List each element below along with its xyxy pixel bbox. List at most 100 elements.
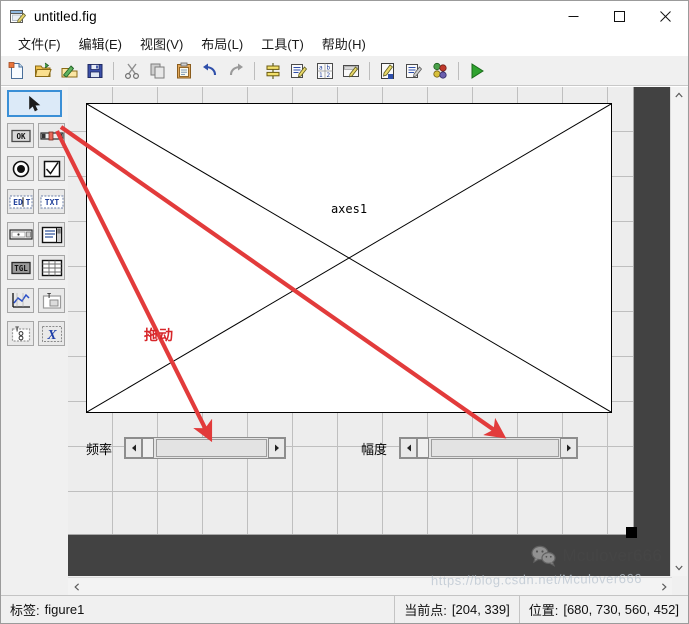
menu-layout[interactable]: 布局(L) xyxy=(192,32,252,55)
slider-frequency[interactable]: 频率 xyxy=(86,437,287,459)
svg-text:TGL: TGL xyxy=(14,264,28,273)
object-browser-icon[interactable] xyxy=(427,59,452,83)
figure-resize-handle[interactable] xyxy=(626,527,637,538)
panel-tool[interactable]: T xyxy=(38,288,65,313)
slider-amplitude-track[interactable] xyxy=(417,438,561,458)
popup-menu-tool[interactable] xyxy=(7,222,34,247)
edit-text-tool[interactable]: ED T xyxy=(7,189,34,214)
status-tag-key: 标签: xyxy=(10,603,40,618)
horizontal-scrollbar[interactable] xyxy=(68,577,672,595)
maximize-button[interactable] xyxy=(596,1,642,32)
status-current-point: 当前点: [204, 339] xyxy=(395,596,520,623)
slider-frequency-left-arrow[interactable] xyxy=(125,438,143,458)
undo-icon[interactable] xyxy=(197,59,222,83)
status-current-point-key: 当前点: xyxy=(404,603,447,618)
slider-tool[interactable] xyxy=(38,123,65,148)
slider-amplitude-right-arrow[interactable] xyxy=(560,438,578,458)
slider-frequency-right-arrow[interactable] xyxy=(268,438,286,458)
work-area: OK ED T TXT TGL T T X axes1 频率 幅度 拖动 Mcu… xyxy=(1,87,688,595)
svg-text:b: b xyxy=(326,64,330,71)
vertical-scrollbar[interactable] xyxy=(670,87,687,576)
toolbar-separator xyxy=(369,61,370,80)
svg-text:a: a xyxy=(319,64,323,71)
slider-frequency-control[interactable] xyxy=(124,437,287,459)
figure-grid-surface[interactable]: axes1 频率 幅度 xyxy=(68,87,637,538)
slider-frequency-label: 频率 xyxy=(86,441,113,457)
status-position: 位置: [680, 730, 560, 452] xyxy=(520,596,688,623)
menu-view[interactable]: 视图(V) xyxy=(131,32,192,55)
status-position-value: [680, 730, 560, 452] xyxy=(563,602,679,617)
minimize-button[interactable] xyxy=(550,1,596,32)
toolbar-separator xyxy=(113,61,114,80)
toolbar: a b 1 2 xyxy=(1,56,688,86)
select-arrow-tool[interactable] xyxy=(7,90,62,117)
run-icon[interactable] xyxy=(464,59,489,83)
gui-editor-window: untitled.fig 文件(F) 编辑(E) 视图(V) 布局(L) 工具(… xyxy=(0,0,689,624)
svg-text:2: 2 xyxy=(326,72,330,79)
toggle-button-tool[interactable]: TGL xyxy=(7,255,34,280)
toolbar-separator xyxy=(458,61,459,80)
svg-text:T: T xyxy=(47,292,51,300)
slider-amplitude-label: 幅度 xyxy=(361,441,388,457)
scroll-right-arrow[interactable] xyxy=(655,578,672,595)
svg-text:T: T xyxy=(25,198,30,207)
activex-tool[interactable]: X xyxy=(38,321,65,346)
checkbox-tool[interactable] xyxy=(38,156,65,181)
cut-icon[interactable] xyxy=(119,59,144,83)
table-tool[interactable] xyxy=(38,255,65,280)
menu-bar: 文件(F) 编辑(E) 视图(V) 布局(L) 工具(T) 帮助(H) xyxy=(1,32,688,55)
static-text-tool[interactable]: TXT xyxy=(38,189,65,214)
push-button-tool[interactable]: OK xyxy=(7,123,34,148)
close-button[interactable] xyxy=(642,1,688,32)
axes-tool[interactable] xyxy=(7,288,34,313)
svg-text:OK: OK xyxy=(16,132,26,141)
svg-text:ED: ED xyxy=(13,198,23,207)
menu-tools[interactable]: 工具(T) xyxy=(252,32,313,55)
slider-amplitude-groove xyxy=(431,439,560,457)
export-icon[interactable] xyxy=(56,59,81,83)
menu-editor-icon[interactable] xyxy=(286,59,311,83)
listbox-tool[interactable] xyxy=(38,222,65,247)
slider-frequency-track[interactable] xyxy=(142,438,269,458)
copy-icon[interactable] xyxy=(145,59,170,83)
open-file-icon[interactable] xyxy=(30,59,55,83)
slider-amplitude-control[interactable] xyxy=(399,437,579,459)
scroll-down-arrow[interactable] xyxy=(671,560,687,576)
save-icon[interactable] xyxy=(82,59,107,83)
slider-frequency-thumb[interactable] xyxy=(142,438,155,458)
align-objects-icon[interactable] xyxy=(260,59,285,83)
axes1-object[interactable]: axes1 xyxy=(86,103,612,413)
svg-text:X: X xyxy=(46,328,57,343)
slider-frequency-groove xyxy=(156,439,268,457)
slider-amplitude-thumb[interactable] xyxy=(417,438,430,458)
window-controls xyxy=(550,1,688,32)
menu-file[interactable]: 文件(F) xyxy=(9,32,70,55)
axes1-label: axes1 xyxy=(330,202,368,216)
new-file-icon[interactable] xyxy=(4,59,29,83)
paste-icon[interactable] xyxy=(171,59,196,83)
tab-order-editor-icon[interactable]: a b 1 2 xyxy=(312,59,337,83)
svg-text:TXT: TXT xyxy=(44,198,59,207)
drag-annotation-label: 拖动 xyxy=(144,327,174,343)
status-position-key: 位置: xyxy=(528,603,559,618)
button-group-tool[interactable]: T xyxy=(7,321,34,346)
menu-edit[interactable]: 编辑(E) xyxy=(70,32,131,55)
scroll-left-arrow[interactable] xyxy=(68,578,85,595)
figure-file-icon xyxy=(9,8,27,26)
menu-help[interactable]: 帮助(H) xyxy=(313,32,375,55)
radio-button-tool[interactable] xyxy=(7,156,34,181)
status-tag: 标签: figure1 xyxy=(1,596,396,623)
property-inspector-icon[interactable] xyxy=(401,59,426,83)
svg-text:T: T xyxy=(15,325,19,333)
status-bar: 标签: figure1 当前点: [204, 339] 位置: [680, 73… xyxy=(1,595,688,623)
title-bar: untitled.fig xyxy=(1,1,688,32)
slider-amplitude-left-arrow[interactable] xyxy=(400,438,418,458)
toolbar-editor-icon[interactable] xyxy=(338,59,363,83)
window-title: untitled.fig xyxy=(34,9,97,24)
svg-text:1: 1 xyxy=(319,72,323,79)
slider-amplitude[interactable]: 幅度 xyxy=(361,437,579,459)
m-file-editor-icon[interactable] xyxy=(375,59,400,83)
status-current-point-value: [204, 339] xyxy=(451,602,510,617)
scroll-up-arrow[interactable] xyxy=(671,87,687,103)
redo-icon[interactable] xyxy=(223,59,248,83)
